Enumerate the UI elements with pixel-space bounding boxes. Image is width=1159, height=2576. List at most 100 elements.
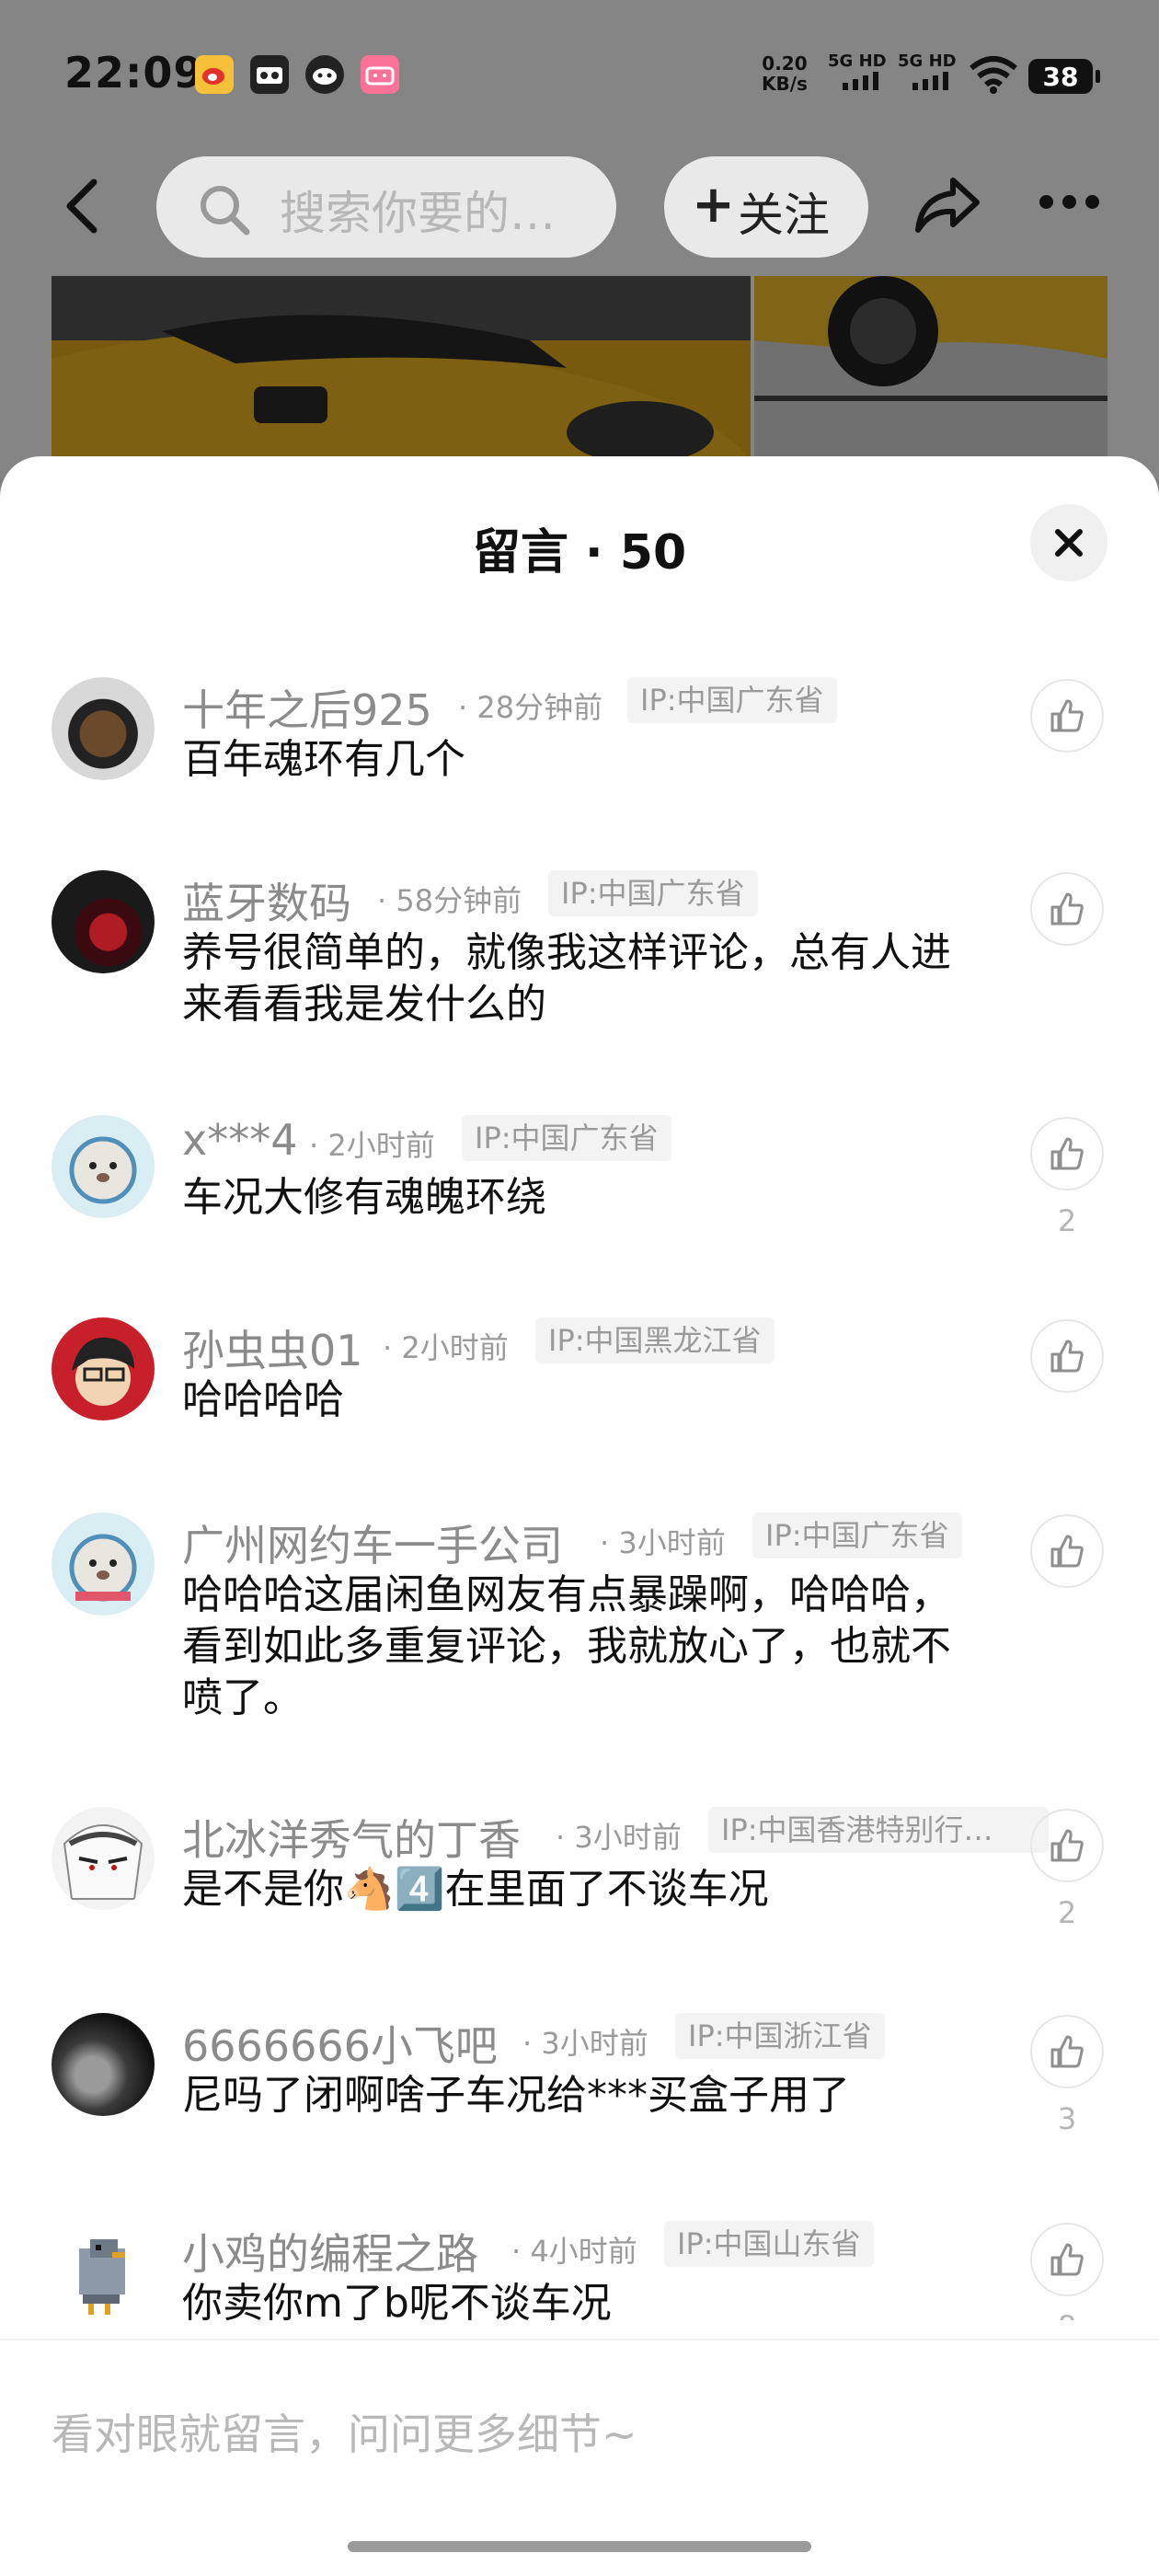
time-text: 3小时前: [574, 1820, 682, 1855]
thumbs-up-icon: [1050, 892, 1084, 926]
search-placeholder: 搜索你要的…: [280, 187, 556, 240]
thumbs-up-icon: [1050, 1340, 1084, 1373]
avatar[interactable]: [52, 2221, 155, 2320]
status-bar: 22:09 0.20 KB/s 5G HD 5G HD 38: [0, 0, 1159, 156]
comment-list[interactable]: 十年之后925 · 28分钟前 IP:中国广东省 百年魂环有几个 蓝牙数码 · …: [0, 677, 1159, 2320]
username[interactable]: 十年之后925: [182, 677, 432, 738]
username[interactable]: 6666666小飞吧: [182, 2013, 498, 2074]
close-button[interactable]: [1030, 504, 1107, 581]
comment-text: 是不是你🐴4️⃣在里面了不谈车况: [182, 1866, 769, 1913]
battery-indicator: 38: [1028, 59, 1100, 94]
time-text: 28分钟前: [476, 690, 603, 725]
follow-button[interactable]: + 关注: [664, 156, 868, 258]
like-button[interactable]: [1030, 2015, 1104, 2088]
network-speed: 0.20 KB/s: [762, 53, 808, 94]
share-button[interactable]: [911, 173, 984, 241]
search-icon: [201, 186, 250, 236]
like-count: 3: [1057, 2101, 1077, 2136]
like-button[interactable]: [1030, 1809, 1104, 1882]
ip-location-badge: IP:中国广东省: [627, 677, 837, 723]
comment-text: 哈哈哈这届闲鱼网友有点暴躁啊，哈哈哈，看到如此多重复评论，我就放心了，也就不喷了…: [182, 1571, 951, 1721]
comment-time: · 2小时前: [383, 1330, 509, 1365]
avatar[interactable]: [52, 677, 155, 780]
ip-location-badge: IP:中国广东省: [752, 1512, 962, 1558]
comment-text: 你卖你m了b呢不谈车况: [182, 2280, 612, 2320]
radio-icon: [250, 55, 289, 94]
sim1-signal-icon: [843, 72, 878, 90]
comment-text: 百年魂环有几个: [182, 736, 465, 783]
weibo-icon: [195, 55, 234, 94]
like-button[interactable]: [1030, 1514, 1104, 1588]
ip-location-badge: IP:中国浙江省: [675, 2013, 885, 2059]
avatar[interactable]: [52, 1512, 155, 1616]
comment-text: 养号很简单的，就像我这样评论，总有人进来看看我是发什么的: [182, 929, 951, 1028]
sheet-title: 留言 · 50: [472, 525, 687, 581]
dot-icon: [1085, 195, 1099, 209]
dot-icon: [1062, 195, 1076, 209]
thumbs-up-icon: [1050, 699, 1084, 732]
username[interactable]: 孙虫虫01: [182, 1317, 363, 1378]
follow-label: 关注: [738, 189, 830, 242]
avatar[interactable]: [52, 870, 155, 973]
comment-item: 北冰洋秀气的丁香 · 3小时前 IP:中国香港特别行… 是不是你🐴4️⃣在里面了…: [0, 1807, 1159, 2013]
comment-item: 小鸡的编程之路 · 4小时前 IP:中国山东省 你卖你m了b呢不谈车况 8: [0, 2221, 1159, 2320]
search-bar[interactable]: 搜索你要的…: [156, 156, 616, 258]
cat-icon: [305, 55, 344, 94]
comment-time: · 3小时前: [600, 1525, 726, 1560]
like-button[interactable]: [1030, 1319, 1104, 1393]
avatar[interactable]: [52, 1807, 155, 1910]
time-text: 3小时前: [541, 2026, 648, 2061]
like-count: 2: [1057, 1203, 1077, 1238]
time-text: 58分钟前: [396, 883, 522, 918]
more-options-button[interactable]: [1039, 195, 1099, 209]
thumbs-up-icon: [1050, 1535, 1084, 1568]
avatar[interactable]: [52, 1115, 155, 1218]
username[interactable]: x***4: [182, 1115, 298, 1165]
comment-time: · 28分钟前: [458, 690, 603, 725]
ip-location-badge: IP:中国黑龙江省: [535, 1317, 775, 1363]
comment-text: 尼吗了闭啊啥子车况给***买盒子用了: [182, 2072, 850, 2119]
comment-time: · 4小时前: [511, 2234, 637, 2269]
comment-time: · 58分钟前: [377, 883, 522, 918]
thumbs-up-icon: [1050, 1829, 1084, 1862]
back-button[interactable]: [57, 177, 112, 236]
comment-time: · 3小时前: [522, 2026, 648, 2061]
like-count: 8: [1030, 2309, 1104, 2320]
sim2-signal-icon: [912, 72, 948, 90]
thumbs-up-icon: [1050, 2035, 1084, 2068]
top-nav: 搜索你要的… + 关注: [0, 156, 1159, 258]
like-button[interactable]: [1030, 872, 1104, 946]
like-button[interactable]: [1030, 2223, 1104, 2296]
comment-item: x***4 · 2小时前 IP:中国广东省 车况大修有魂魄环绕 2: [0, 1115, 1159, 1317]
thumbs-up-icon: [1050, 1137, 1084, 1170]
like-button[interactable]: [1030, 679, 1104, 753]
chevron-left-icon: [66, 178, 98, 234]
comment-time: · 2小时前: [309, 1128, 435, 1163]
divider: [0, 2339, 1159, 2340]
username[interactable]: 北冰洋秀气的丁香: [182, 1807, 521, 1868]
username[interactable]: 小鸡的编程之路: [182, 2221, 478, 2282]
sim2-label: 5G HD: [898, 52, 957, 71]
plus-icon: +: [692, 175, 735, 235]
comment-input[interactable]: 看对眼就留言，问问更多细节~: [52, 2401, 637, 2462]
comment-item: 孙虫虫01 · 2小时前 IP:中国黑龙江省 哈哈哈哈: [0, 1317, 1159, 1512]
like-count: 2: [1057, 1895, 1077, 1930]
comment-item: 6666666小飞吧 · 3小时前 IP:中国浙江省 尼吗了闭啊啥子车况给***…: [0, 2013, 1159, 2221]
time-text: 2小时前: [327, 1128, 435, 1163]
ip-location-badge: IP:中国广东省: [462, 1115, 671, 1161]
avatar[interactable]: [52, 1317, 155, 1420]
comment-item: 十年之后925 · 28分钟前 IP:中国广东省 百年魂环有几个: [0, 677, 1159, 870]
like-button[interactable]: [1030, 1117, 1104, 1190]
time-text: 4小时前: [530, 2234, 637, 2269]
username[interactable]: 广州网约车一手公司: [182, 1512, 563, 1573]
close-icon: [1055, 529, 1083, 557]
bilibili-icon: [361, 55, 399, 94]
comment-time: · 3小时前: [556, 1820, 682, 1855]
username[interactable]: 蓝牙数码: [182, 870, 351, 931]
avatar[interactable]: [52, 2013, 155, 2116]
home-indicator[interactable]: [348, 2541, 811, 2552]
notification-icons: [195, 55, 399, 94]
comments-sheet: 留言 · 50 十年之后925 · 28分钟前 IP:中国广东省 百年魂环有几个…: [0, 456, 1159, 2576]
comment-text: 车况大修有魂魄环绕: [182, 1174, 546, 1221]
time-text: 3小时前: [618, 1525, 726, 1560]
